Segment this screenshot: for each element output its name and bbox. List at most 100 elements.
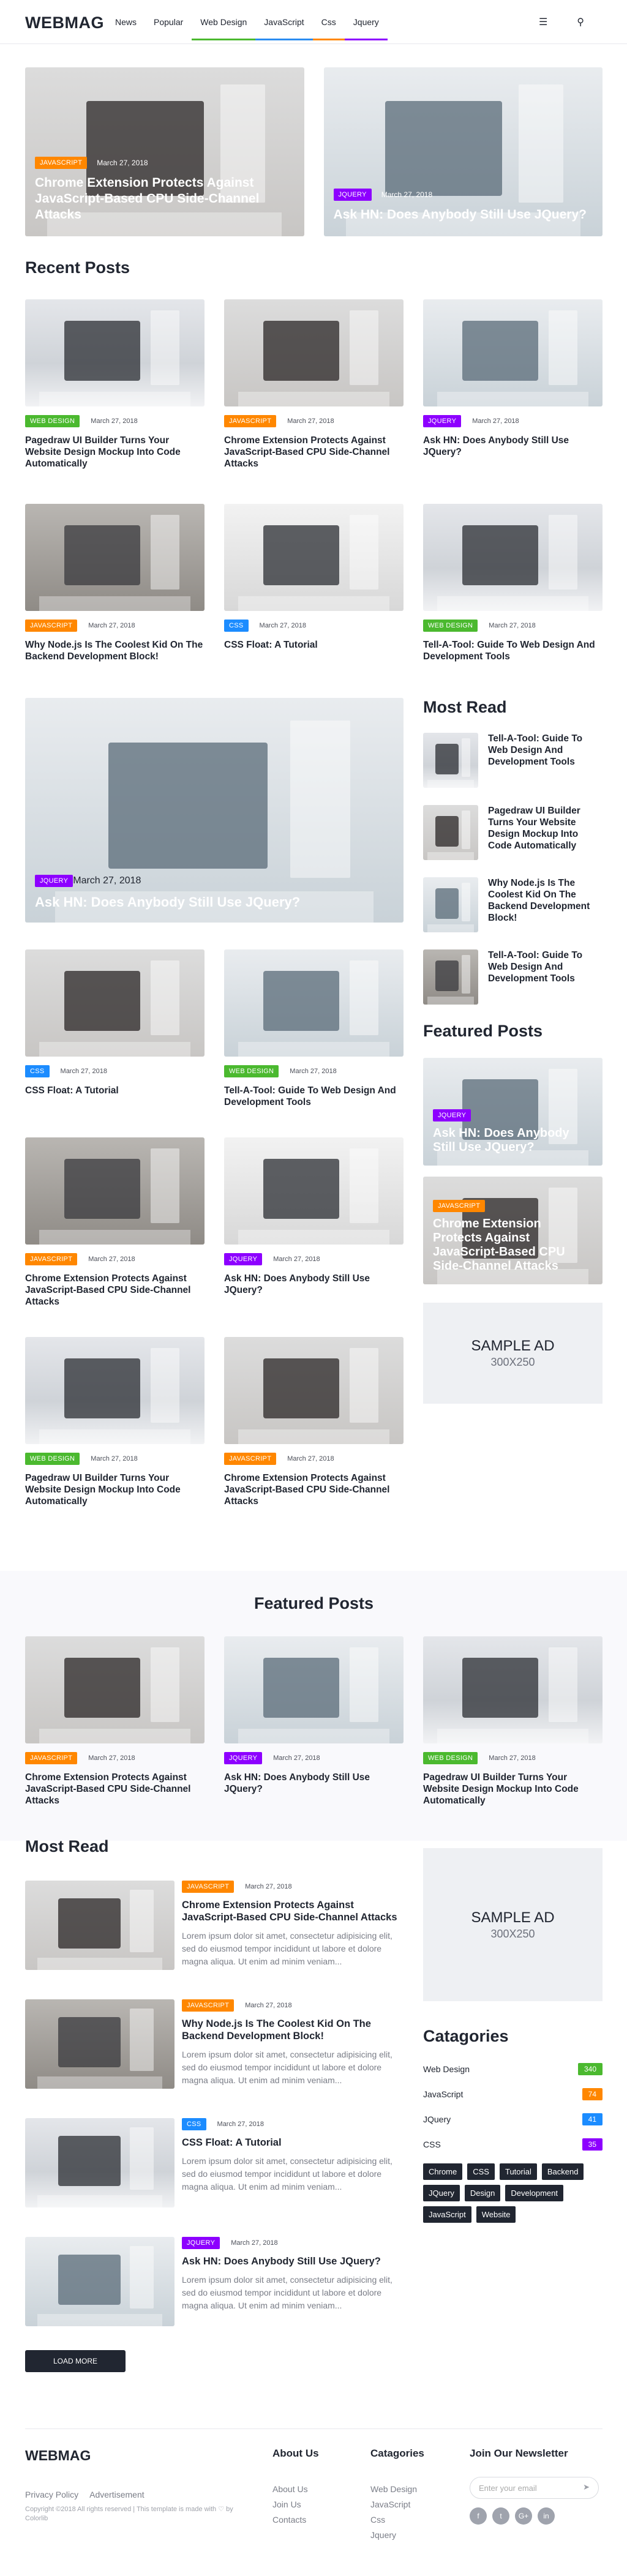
category-tag[interactable]: JAVASCRIPT xyxy=(25,1253,78,1265)
sample-ad[interactable]: SAMPLE AD 300X250 xyxy=(423,1303,603,1404)
category-tag[interactable]: JAVASCRIPT xyxy=(35,157,88,169)
post-card[interactable]: JQUERY March 27, 2018 Ask HN: Does Anybody… xyxy=(224,1636,404,1807)
most-read-row[interactable]: CSS March 27, 2018 CSS Float: A Tutorial Lo… xyxy=(25,2118,404,2207)
post-image[interactable] xyxy=(224,1636,404,1743)
category-tag[interactable]: JAVASCRIPT xyxy=(433,1200,486,1212)
most-read-title[interactable]: Pagedraw UI Builder Turns Your Website D… xyxy=(488,805,603,860)
footer-category-link[interactable]: Web Design xyxy=(370,2484,424,2494)
most-read-image[interactable] xyxy=(25,1999,175,2089)
most-read-thumb[interactable] xyxy=(423,805,478,860)
google-plus-icon[interactable]: G+ xyxy=(515,2507,532,2525)
category-tag[interactable]: WEB DESIGN xyxy=(25,1453,80,1465)
post-title[interactable]: Chrome Extension Protects Against JavaSc… xyxy=(35,175,295,223)
post-image[interactable] xyxy=(25,299,205,406)
most-read-title[interactable]: Ask HN: Does Anybody Still Use JQuery? xyxy=(182,2255,404,2267)
category-name[interactable]: JavaScript xyxy=(423,2089,463,2099)
category-tag[interactable]: WEB DESIGN xyxy=(224,1065,279,1077)
most-read-thumb[interactable] xyxy=(423,949,478,1005)
nav-item-css[interactable]: Css xyxy=(312,0,345,44)
advertisement-link[interactable]: Advertisement xyxy=(89,2490,144,2499)
post-title[interactable]: Chrome Extension Protects Against JavaSc… xyxy=(224,435,404,470)
most-read-image[interactable] xyxy=(25,2118,175,2207)
category-tag[interactable]: JQUERY xyxy=(224,1752,263,1764)
most-read-title[interactable]: Why Node.js Is The Coolest Kid On The Ba… xyxy=(488,877,603,932)
post-card[interactable]: JAVASCRIPT March 27, 2018 Chrome Extension… xyxy=(25,1137,205,1308)
nav-item-jquery[interactable]: Jquery xyxy=(344,0,388,44)
category-tag[interactable]: CSS xyxy=(224,620,249,632)
category-name[interactable]: CSS xyxy=(423,2140,441,2149)
hero-post[interactable]: JQUERY March 27, 2018 Ask HN: Does Anybody… xyxy=(323,67,603,236)
hero-post[interactable]: JAVASCRIPT March 27, 2018 Chrome Extension… xyxy=(25,67,304,236)
most-read-row[interactable]: JQUERY March 27, 2018 Ask HN: Does Anybody… xyxy=(25,2237,404,2326)
footer-category-link[interactable]: Jquery xyxy=(370,2530,424,2540)
facebook-icon[interactable]: f xyxy=(470,2507,487,2525)
post-image[interactable] xyxy=(224,949,404,1057)
post-card[interactable]: JAVASCRIPT March 27, 2018 Chrome Extension… xyxy=(224,299,404,470)
footer-about-link[interactable]: Contacts xyxy=(272,2515,319,2525)
footer-about-link[interactable]: Join Us xyxy=(272,2499,319,2509)
tag-chip[interactable]: CSS xyxy=(467,2163,495,2180)
post-card[interactable]: WEB DESIGN March 27, 2018 Tell-A-Tool: Gui… xyxy=(224,949,404,1108)
category-tag[interactable]: JQUERY xyxy=(333,189,372,201)
post-title[interactable]: Chrome Extension Protects Against JavaSc… xyxy=(25,1273,205,1308)
post-card[interactable]: WEB DESIGN March 27, 2018 Pagedraw UI Buil… xyxy=(423,1636,603,1807)
category-row[interactable]: CSS 35 xyxy=(423,2138,603,2151)
most-read-title[interactable]: Why Node.js Is The Coolest Kid On The Ba… xyxy=(182,2018,404,2042)
footer-about-link[interactable]: About Us xyxy=(272,2484,319,2494)
tag-chip[interactable]: Design xyxy=(464,2185,501,2201)
post-image[interactable] xyxy=(224,299,404,406)
most-read-item[interactable]: Tell-A-Tool: Guide To Web Design And Dev… xyxy=(423,733,603,788)
nav-item-popular[interactable]: Popular xyxy=(145,0,192,44)
post-title[interactable]: Pagedraw UI Builder Turns Your Website D… xyxy=(423,1772,603,1807)
category-row[interactable]: JQuery 41 xyxy=(423,2113,603,2125)
post-title[interactable]: Ask HN: Does Anybody Still Use JQuery? xyxy=(224,1273,404,1296)
footer-category-link[interactable]: JavaScript xyxy=(370,2499,424,2509)
post-card[interactable]: JQUERY March 27, 2018 Ask HN: Does Anybody… xyxy=(423,299,603,470)
newsletter-input[interactable]: Enter your email ➤ xyxy=(470,2477,599,2499)
category-tag[interactable]: JQUERY xyxy=(182,2237,220,2249)
category-tag[interactable]: JQUERY xyxy=(423,415,462,427)
load-more-button[interactable]: Load More xyxy=(25,2350,126,2372)
category-tag[interactable]: JQUERY xyxy=(35,875,73,887)
featured-post[interactable]: JAVASCRIPT Chrome Extension Protects Agai… xyxy=(423,1177,603,1284)
post-image[interactable] xyxy=(224,504,404,611)
category-tag[interactable]: JAVASCRIPT xyxy=(182,1881,235,1893)
post-title[interactable]: Ask HN: Does Anybody Still Use JQuery? xyxy=(224,1772,404,1795)
category-tag[interactable]: CSS xyxy=(182,2118,206,2130)
category-name[interactable]: JQuery xyxy=(423,2114,451,2124)
category-name[interactable]: Web Design xyxy=(423,2064,470,2074)
post-image[interactable] xyxy=(25,1337,205,1444)
tag-chip[interactable]: JavaScript xyxy=(423,2206,471,2223)
category-tag[interactable]: JAVASCRIPT xyxy=(224,1453,277,1465)
category-tag[interactable]: CSS xyxy=(25,1065,50,1077)
most-read-thumb[interactable] xyxy=(423,877,478,932)
post-card[interactable]: JAVASCRIPT March 27, 2018 Chrome Extension… xyxy=(25,1636,205,1807)
post-image[interactable] xyxy=(423,504,603,611)
nav-item-javascript[interactable]: JavaScript xyxy=(255,0,314,44)
most-read-title[interactable]: CSS Float: A Tutorial xyxy=(182,2136,404,2149)
most-read-image[interactable] xyxy=(25,2237,175,2326)
most-read-title[interactable]: Chrome Extension Protects Against JavaSc… xyxy=(182,1899,404,1923)
search-icon[interactable]: ⚲ xyxy=(577,16,584,28)
sample-ad-2[interactable]: SAMPLE AD 300X250 xyxy=(423,1848,603,2001)
post-image[interactable] xyxy=(224,1137,404,1245)
post-image[interactable] xyxy=(423,1636,603,1743)
send-icon[interactable]: ➤ xyxy=(583,2482,590,2492)
site-logo[interactable]: WEBMAG xyxy=(25,13,104,32)
post-card[interactable]: CSS March 27, 2018 CSS Float: A Tutorial xyxy=(224,504,404,662)
post-title[interactable]: Ask HN: Does Anybody Still Use JQuery? xyxy=(35,894,300,910)
twitter-icon[interactable]: t xyxy=(492,2507,509,2525)
footer-category-link[interactable]: Css xyxy=(370,2515,424,2525)
most-read-item[interactable]: Why Node.js Is The Coolest Kid On The Ba… xyxy=(423,877,603,932)
post-image[interactable] xyxy=(224,1337,404,1444)
most-read-thumb[interactable] xyxy=(423,733,478,788)
post-title[interactable]: Ask HN: Does Anybody Still Use JQuery? xyxy=(334,207,593,223)
post-title[interactable]: Chrome Extension Protects Against JavaSc… xyxy=(224,1472,404,1507)
tag-chip[interactable]: Backend xyxy=(541,2163,584,2180)
privacy-link[interactable]: Privacy Policy xyxy=(25,2490,78,2499)
menu-icon[interactable]: ☰ xyxy=(539,16,547,28)
post-title[interactable]: Why Node.js Is The Coolest Kid On The Ba… xyxy=(25,639,205,662)
nav-item-web-design[interactable]: Web Design xyxy=(192,0,256,44)
post-card[interactable]: JAVASCRIPT March 27, 2018 Why Node.js Is T… xyxy=(25,504,205,662)
category-tag[interactable]: WEB DESIGN xyxy=(25,415,80,427)
